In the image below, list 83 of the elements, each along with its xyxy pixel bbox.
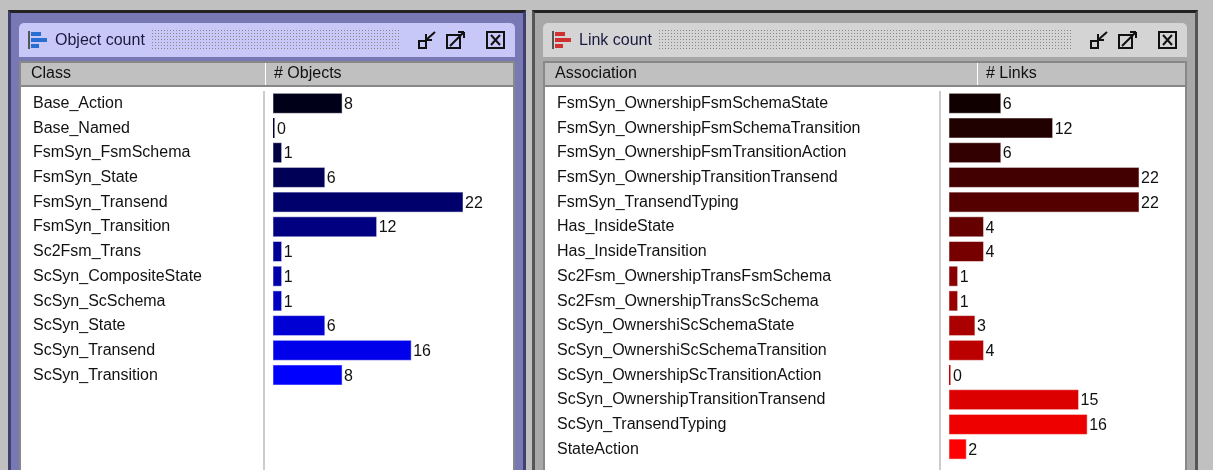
data-label: 4 (985, 218, 995, 236)
data-label: 6 (326, 169, 336, 187)
bar (949, 265, 959, 287)
bar (949, 290, 959, 312)
bar (949, 216, 985, 238)
data-label: 12 (1054, 119, 1073, 137)
table-cell-text: FsmSyn_Transend (32, 191, 169, 212)
close-icon[interactable] (1157, 30, 1179, 50)
table-cell-text: FsmSyn_OwnershipTransitionTransend (556, 167, 839, 188)
bar (949, 142, 1002, 164)
maximize-icon[interactable] (445, 30, 467, 50)
table-cell-text: Sc2Fsm_Trans (32, 241, 142, 262)
data-label: 1 (283, 243, 293, 261)
data-label: 0 (277, 119, 286, 137)
data-label: 3 (976, 317, 986, 335)
data-label: 6 (1002, 144, 1012, 162)
data-label: 8 (344, 366, 353, 384)
window-title: Link count (579, 31, 652, 49)
table-cell-text: Sc2Fsm_OwnershipTransFsmSchema (556, 265, 833, 286)
table-cell-text: ScSyn_Transition (32, 364, 159, 385)
table-cell-text: ScSyn_OwnershiScSchemaTransition (556, 339, 828, 360)
window-title: Object count (55, 31, 145, 49)
table-cell-text: Sc2Fsm_OwnershipTransScSchema (556, 290, 820, 311)
column-header[interactable]: Association (545, 63, 977, 85)
table-cell-text: FsmSyn_OwnershipFsmSchemaState (556, 93, 830, 113)
data-label: 2 (968, 440, 978, 458)
bar (273, 364, 343, 386)
data-label: 4 (985, 342, 995, 359)
data-label: 8 (344, 95, 353, 112)
data-label: 4 (985, 243, 995, 261)
table-cell-text: Has_InsideTransition (556, 241, 708, 262)
data-label: 12 (378, 218, 397, 236)
bar (949, 339, 985, 361)
table-cell-text: ScSyn_Transend (32, 339, 157, 360)
table-cell-text: ScSyn_ScSchema (32, 290, 167, 311)
table-cell-text: ScSyn_TransendTyping (556, 413, 728, 434)
data-label: 22 (1141, 169, 1159, 187)
table-cell-text: FsmSyn_Transition (32, 216, 172, 237)
table-cell-text: StateAction (556, 438, 640, 459)
bar (273, 265, 283, 287)
data-label: 16 (1089, 416, 1107, 434)
table-cell-text: FsmSyn_OwnershipFsmSchemaTransition (556, 117, 862, 138)
column-header[interactable]: # Links (977, 63, 1185, 85)
data-label: 1 (959, 267, 969, 285)
data-label: 0 (953, 366, 962, 384)
bar (273, 142, 283, 164)
table-cell-text: Base_Named (32, 117, 131, 138)
table-cell-text: ScSyn_OwnershipTransitionTransend (556, 389, 827, 410)
table-cell-text: ScSyn_State (32, 315, 127, 336)
data-label: 15 (1080, 391, 1099, 409)
bar (949, 241, 985, 262)
table-cell-text: Base_Action (32, 93, 124, 113)
data-label: 6 (1002, 95, 1012, 112)
bar (949, 92, 1002, 114)
bar (273, 290, 283, 312)
data-label: 1 (283, 144, 293, 162)
table-cell-text: ScSyn_CompositeState (32, 265, 203, 286)
table-cell-text: FsmSyn_FsmSchema (32, 142, 192, 163)
data-label: 16 (413, 342, 431, 359)
data-label: 1 (959, 292, 969, 310)
bar (949, 438, 967, 460)
column-header[interactable]: Class (21, 63, 265, 85)
table-cell-text: Has_InsideState (556, 216, 676, 237)
data-label: 1 (283, 292, 293, 310)
column-header[interactable]: # Objects (265, 63, 513, 85)
table-cell-text: ScSyn_OwnershipScTransitionAction (556, 364, 823, 385)
data-label: 6 (326, 317, 336, 335)
bar (273, 92, 343, 114)
table-cell-text: FsmSyn_State (32, 167, 139, 188)
table-cell-text: ScSyn_OwnershiScSchemaState (556, 315, 796, 336)
maximize-icon[interactable] (1117, 30, 1139, 50)
bar (949, 315, 976, 337)
data-label: 22 (1141, 193, 1159, 211)
data-label: 22 (465, 193, 483, 211)
bar-chart-icon (551, 30, 573, 50)
table-cell-text: FsmSyn_TransendTyping (556, 191, 740, 212)
bar (273, 166, 326, 188)
bar-chart-icon (27, 30, 49, 50)
bar (273, 241, 283, 262)
bar (273, 315, 326, 337)
table-cell-text: FsmSyn_OwnershipFsmTransitionAction (556, 142, 848, 163)
data-label: 1 (283, 267, 293, 285)
close-icon[interactable] (485, 30, 507, 50)
